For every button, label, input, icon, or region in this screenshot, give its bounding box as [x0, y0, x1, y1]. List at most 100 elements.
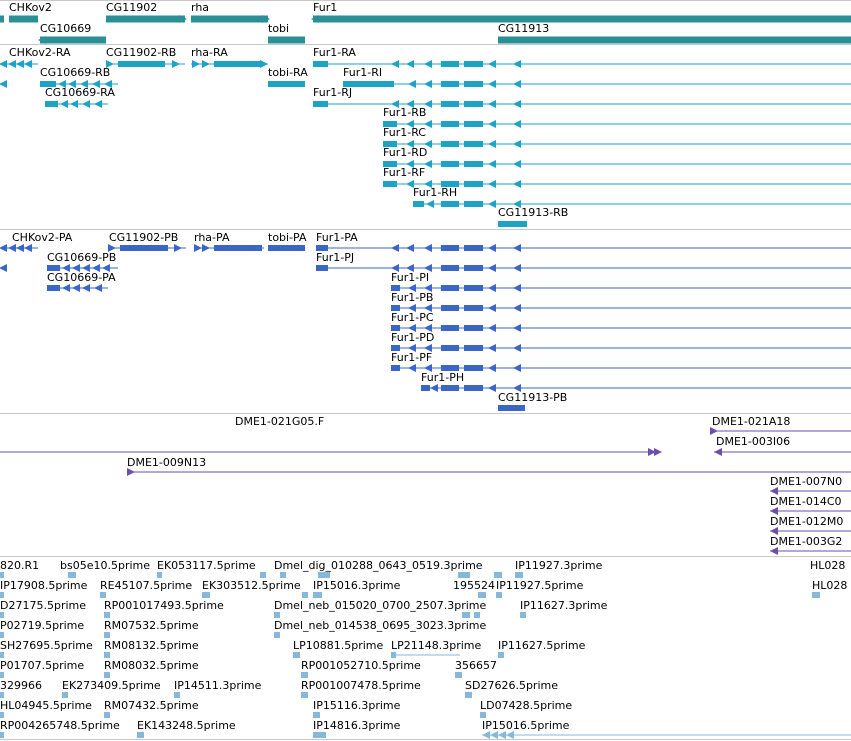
est-label[interactable]: 195524: [453, 579, 495, 592]
est-label[interactable]: EK303512.5prime: [202, 579, 301, 592]
est-feature[interactable]: [68, 572, 76, 578]
est-label[interactable]: HL04945.5prime: [0, 699, 92, 712]
mrna-label[interactable]: rha-RA: [191, 46, 228, 59]
strand-arrow[interactable]: [488, 324, 496, 332]
strand-arrow[interactable]: [8, 60, 16, 68]
strand-arrow[interactable]: [60, 100, 68, 108]
strand-arrow[interactable]: [62, 284, 70, 292]
est-label[interactable]: IP14816.3prime: [313, 719, 400, 732]
est-feature[interactable]: [812, 592, 820, 598]
protein-label[interactable]: Fur1-PF: [391, 351, 432, 364]
strand-arrow[interactable]: [513, 324, 521, 332]
est-feature[interactable]: [498, 652, 504, 658]
strand-arrow[interactable]: [488, 384, 496, 392]
clone-label[interactable]: DME1-021G05.F: [235, 415, 324, 428]
gene-feature[interactable]: [268, 36, 305, 44]
strand-arrow[interactable]: [406, 60, 414, 68]
est-label[interactable]: SH27695.5prime: [0, 639, 93, 652]
strand-arrow[interactable]: [0, 264, 7, 272]
strand-arrow[interactable]: [424, 60, 432, 68]
clone-label[interactable]: DME1-009N13: [127, 456, 206, 469]
exon-block[interactable]: [441, 201, 459, 207]
strand-arrow[interactable]: [488, 344, 496, 352]
est-arrow[interactable]: [506, 731, 514, 739]
est-label[interactable]: Dmel_neb_014538_0695_3023.3prime: [274, 619, 486, 632]
gene-label[interactable]: CG11913: [498, 22, 549, 35]
strand-arrow[interactable]: [16, 60, 24, 68]
exon-block[interactable]: [214, 245, 262, 251]
est-feature[interactable]: [137, 732, 144, 738]
protein-label[interactable]: Fur1-PD: [391, 331, 434, 344]
est-label[interactable]: IP17908.5prime: [0, 579, 87, 592]
exon-block[interactable]: [45, 101, 58, 107]
exon-block[interactable]: [464, 81, 483, 87]
exon-block[interactable]: [441, 285, 459, 291]
est-feature[interactable]: [313, 592, 322, 598]
exon-block[interactable]: [441, 265, 459, 271]
exon-block[interactable]: [441, 81, 459, 87]
est-label[interactable]: IP14511.3prime: [174, 679, 261, 692]
protein-label[interactable]: Fur1-PJ: [316, 251, 354, 264]
clone-arrow[interactable]: [770, 507, 778, 515]
strand-arrow[interactable]: [488, 200, 496, 208]
exon-block[interactable]: [464, 305, 483, 311]
est-feature[interactable]: [313, 732, 326, 738]
mrna-label[interactable]: Fur1-RA: [313, 46, 356, 59]
est-feature[interactable]: [274, 632, 280, 638]
est-label[interactable]: IP15116.3prime: [313, 699, 400, 712]
exon-block[interactable]: [268, 81, 305, 87]
strand-arrow[interactable]: [488, 100, 496, 108]
exon-block[interactable]: [413, 201, 424, 207]
exon-block[interactable]: [498, 405, 525, 411]
strand-arrow[interactable]: [488, 264, 496, 272]
strand-arrow[interactable]: [0, 244, 7, 252]
mrna-label[interactable]: Fur1-RJ: [313, 86, 352, 99]
strand-arrow[interactable]: [513, 284, 521, 292]
est-feature[interactable]: [478, 592, 486, 598]
strand-arrow[interactable]: [513, 160, 521, 168]
est-label[interactable]: RP001017493.5prime: [104, 599, 224, 612]
protein-label[interactable]: CG11913-PB: [498, 391, 567, 404]
clone-label[interactable]: DME1-021A18: [712, 415, 790, 428]
est-feature[interactable]: [0, 612, 4, 618]
protein-label[interactable]: CHKov2-PA: [12, 231, 72, 244]
strand-arrow[interactable]: [424, 244, 432, 252]
strand-arrow[interactable]: [0, 80, 7, 88]
est-label[interactable]: RP004265748.5prime: [0, 719, 120, 732]
exon-block[interactable]: [441, 325, 459, 331]
est-feature[interactable]: [0, 572, 4, 578]
est-feature[interactable]: [0, 672, 4, 678]
clone-arrow[interactable]: [127, 468, 135, 476]
exon-block[interactable]: [441, 385, 459, 391]
strand-arrow[interactable]: [70, 100, 78, 108]
est-feature[interactable]: [104, 672, 110, 678]
strand-arrow[interactable]: [192, 60, 200, 68]
strand-arrow[interactable]: [513, 364, 521, 372]
est-label[interactable]: IP11627.3prime: [520, 599, 607, 612]
gene-label[interactable]: tobi: [268, 22, 289, 35]
exon-block[interactable]: [441, 121, 459, 127]
est-label[interactable]: HL028: [810, 559, 845, 572]
clone-arrow[interactable]: [770, 547, 778, 555]
protein-label[interactable]: Fur1-PI: [391, 271, 429, 284]
clone-label[interactable]: DME1-003G2: [770, 535, 842, 548]
strand-arrow[interactable]: [488, 364, 496, 372]
strand-arrow[interactable]: [202, 60, 210, 68]
strand-arrow[interactable]: [513, 264, 521, 272]
strand-arrow[interactable]: [488, 244, 496, 252]
protein-label[interactable]: CG11902-PB: [109, 231, 178, 244]
strand-arrow[interactable]: [16, 244, 24, 252]
exon-block[interactable]: [464, 265, 483, 271]
est-feature[interactable]: [157, 572, 162, 578]
est-feature[interactable]: [0, 732, 4, 738]
est-feature[interactable]: [0, 632, 4, 638]
strand-arrow[interactable]: [513, 100, 521, 108]
est-label[interactable]: RP001007478.5prime: [301, 679, 421, 692]
strand-arrow[interactable]: [94, 100, 102, 108]
exon-block[interactable]: [313, 61, 328, 67]
strand-arrow[interactable]: [488, 180, 496, 188]
est-feature[interactable]: [104, 652, 110, 658]
est-feature[interactable]: [496, 592, 502, 598]
est-feature[interactable]: [274, 612, 280, 618]
est-label[interactable]: IP11927.3prime: [515, 559, 602, 572]
